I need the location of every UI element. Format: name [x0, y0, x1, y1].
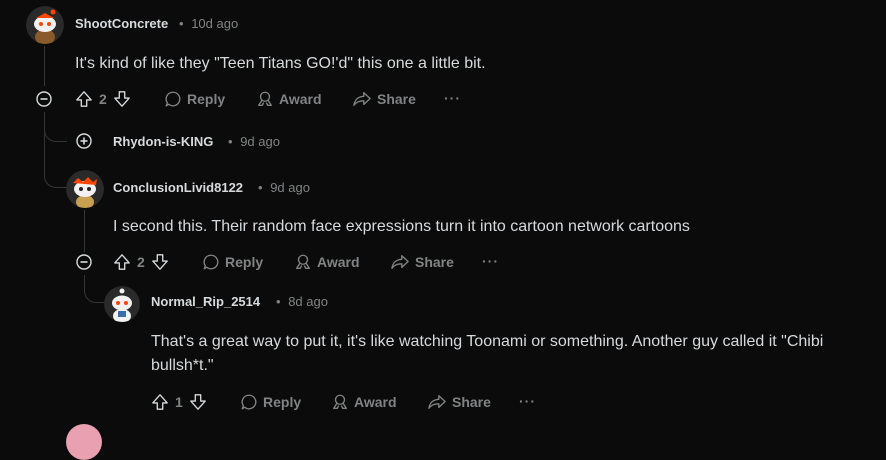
comment-age[interactable]: 9d ago — [270, 180, 310, 195]
comment-body: It's kind of like they "Teen Titans GO!'… — [75, 55, 486, 72]
comment-meta: • 8d ago — [276, 294, 328, 309]
thread-line-1[interactable] — [44, 46, 45, 86]
comment-author[interactable]: ShootConcrete — [75, 16, 168, 31]
separator-dot: • — [258, 180, 263, 195]
separator-dot: • — [276, 294, 281, 309]
reply-label: Reply — [263, 394, 302, 410]
avatar-icon — [26, 6, 64, 44]
comment-author[interactable]: ConclusionLivid8122 — [113, 180, 243, 195]
more-options-button[interactable]: ··· — [444, 90, 461, 106]
avatar-icon — [104, 286, 140, 322]
reply-button[interactable]: Reply — [202, 250, 263, 274]
vote-controls: 2 — [75, 87, 131, 111]
award-label: Award — [279, 91, 322, 107]
share-label: Share — [415, 254, 454, 270]
share-icon — [391, 255, 409, 269]
vote-controls: 2 — [113, 250, 169, 274]
comment-author[interactable]: Rhydon-is-KING — [113, 134, 213, 149]
expand-icon[interactable] — [76, 133, 92, 149]
award-icon — [296, 254, 310, 269]
avatar-icon — [66, 170, 104, 208]
reply-label: Reply — [225, 254, 264, 270]
comment-author[interactable]: Normal_Rip_2514 — [151, 294, 260, 309]
avatar[interactable] — [66, 424, 102, 460]
thread-line-2[interactable] — [84, 210, 85, 252]
share-button[interactable]: Share — [352, 87, 416, 111]
comment-meta: • 9d ago — [258, 180, 310, 195]
reply-icon — [241, 394, 257, 410]
vote-count: 1 — [175, 394, 183, 410]
reply-icon — [165, 91, 181, 107]
reply-button[interactable]: Reply — [164, 87, 225, 111]
avatar[interactable] — [66, 170, 104, 208]
share-icon — [428, 395, 446, 409]
comment-age[interactable]: 8d ago — [288, 294, 328, 309]
collapse-icon[interactable] — [36, 91, 52, 107]
more-options-button[interactable]: ··· — [519, 393, 536, 409]
vote-controls: 1 — [151, 390, 207, 414]
share-label: Share — [452, 394, 491, 410]
more-options-button[interactable]: ··· — [482, 253, 499, 269]
comment-age[interactable]: 10d ago — [191, 16, 238, 31]
award-button[interactable]: Award — [331, 390, 397, 414]
award-label: Award — [354, 394, 397, 410]
downvote-icon[interactable] — [189, 393, 207, 411]
thread-branch-2 — [44, 162, 67, 188]
reply-button[interactable]: Reply — [240, 390, 301, 414]
upvote-icon[interactable] — [75, 90, 93, 108]
upvote-icon[interactable] — [113, 253, 131, 271]
comment-meta: • 10d ago — [179, 16, 238, 31]
comment-body: That's a great way to put it, it's like … — [151, 333, 824, 374]
separator-dot: • — [179, 16, 184, 31]
award-button[interactable]: Award — [256, 87, 322, 111]
avatar[interactable] — [104, 286, 140, 322]
thread-branch-3 — [84, 275, 105, 303]
award-icon — [333, 394, 347, 409]
thread-branch-1 — [44, 122, 67, 142]
separator-dot: • — [228, 134, 233, 149]
vote-count: 2 — [137, 254, 145, 270]
comment-meta: • 9d ago — [228, 134, 280, 149]
share-label: Share — [377, 91, 416, 107]
reply-icon — [203, 254, 219, 270]
award-icon — [258, 91, 272, 106]
downvote-icon[interactable] — [151, 253, 169, 271]
downvote-icon[interactable] — [113, 90, 131, 108]
upvote-icon[interactable] — [151, 393, 169, 411]
share-icon — [353, 92, 371, 106]
vote-count: 2 — [99, 91, 107, 107]
award-label: Award — [317, 254, 360, 270]
award-button[interactable]: Award — [294, 250, 360, 274]
share-button[interactable]: Share — [427, 390, 491, 414]
comment-body: I second this. Their random face express… — [113, 218, 690, 235]
share-button[interactable]: Share — [390, 250, 454, 274]
comment-age[interactable]: 9d ago — [240, 134, 280, 149]
avatar[interactable] — [26, 6, 64, 44]
reply-label: Reply — [187, 91, 226, 107]
collapse-icon[interactable] — [76, 254, 92, 270]
